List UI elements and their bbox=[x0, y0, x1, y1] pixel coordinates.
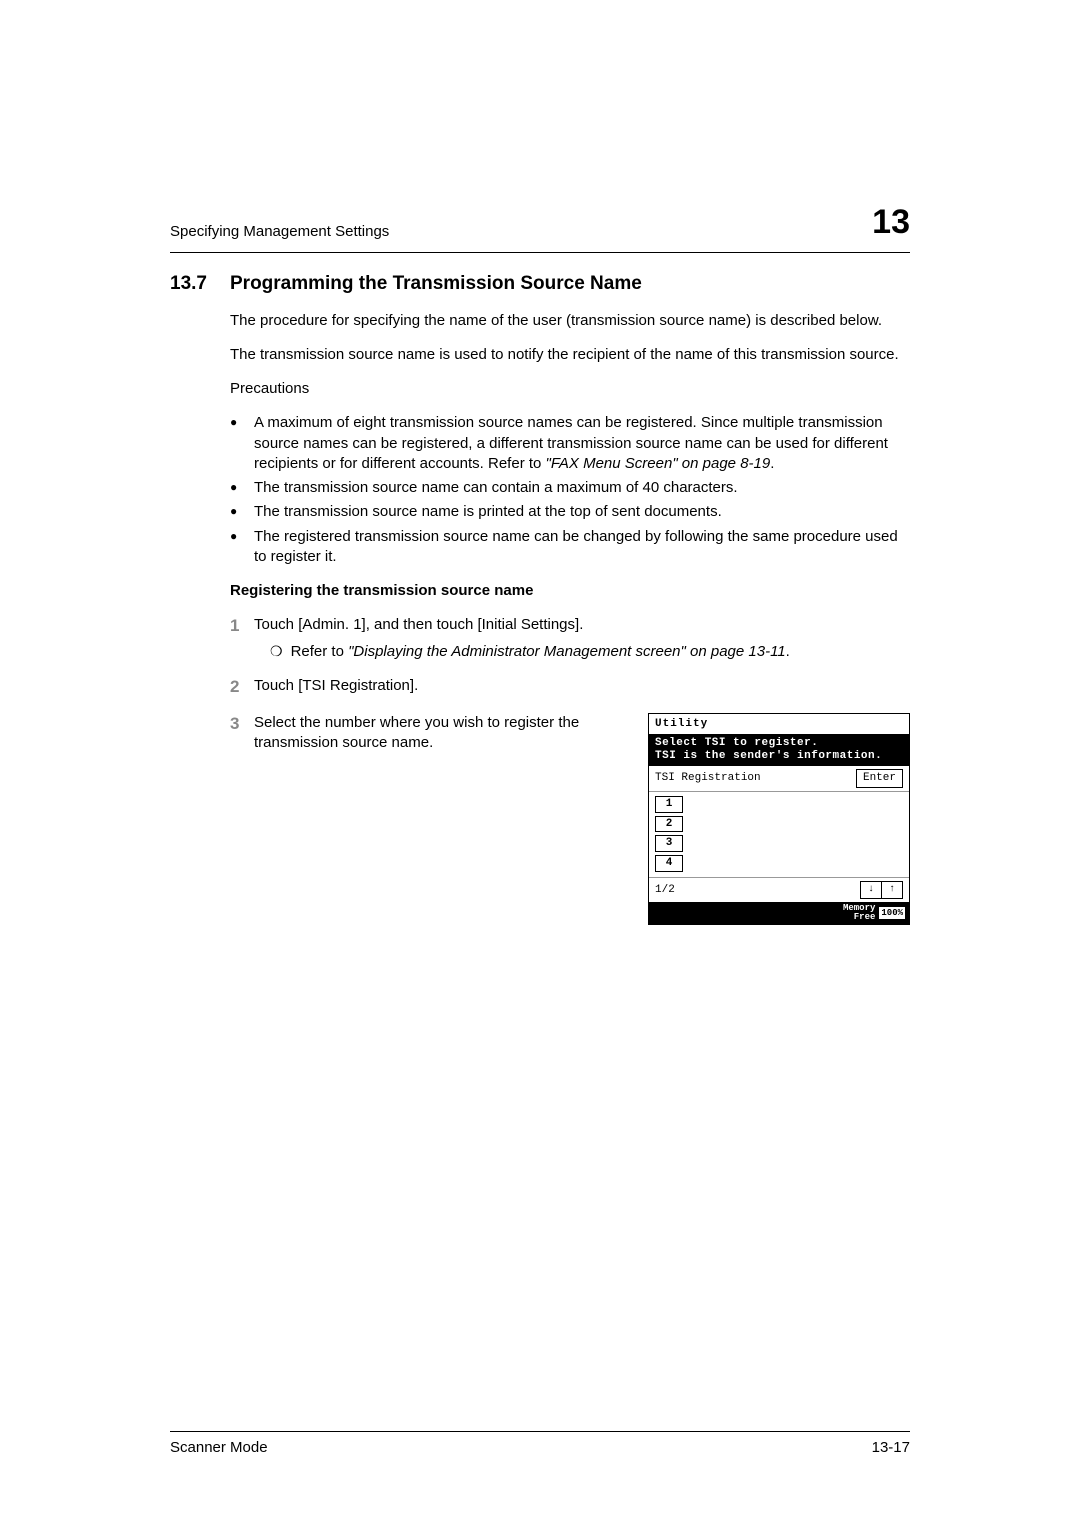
substep-text-pre: Refer to bbox=[291, 643, 349, 660]
arrow-up-icon[interactable]: ↑ bbox=[882, 881, 903, 899]
step-number: 1 bbox=[230, 615, 254, 662]
step-number: 3 bbox=[230, 713, 254, 925]
enter-button[interactable]: Enter bbox=[856, 769, 903, 788]
slot-button-4[interactable]: 4 bbox=[655, 855, 683, 872]
intro-paragraph-1: The procedure for specifying the name of… bbox=[230, 311, 910, 331]
slot-button-2[interactable]: 2 bbox=[655, 816, 683, 833]
step-number: 2 bbox=[230, 676, 254, 699]
list-item: The transmission source name can contain… bbox=[230, 478, 910, 498]
step-item: 3 Select the number where you wish to re… bbox=[230, 713, 910, 925]
cross-reference: "Displaying the Administrator Management… bbox=[348, 643, 786, 660]
step-text: Touch [TSI Registration]. bbox=[254, 676, 910, 699]
list-item: The registered transmission source name … bbox=[230, 527, 910, 568]
step-text: Select the number where you wish to regi… bbox=[254, 713, 624, 925]
header-rule bbox=[170, 252, 910, 253]
lcd-screenshot: Utility Select TSI to register. TSI is t… bbox=[648, 713, 910, 925]
lcd-row-label: TSI Registration bbox=[655, 771, 761, 786]
intro-paragraph-2: The transmission source name is used to … bbox=[230, 345, 910, 365]
breadcrumb: Specifying Management Settings bbox=[170, 222, 389, 246]
list-item: A maximum of eight transmission source n… bbox=[230, 413, 910, 474]
slot-button-1[interactable]: 1 bbox=[655, 796, 683, 813]
lcd-instruction: Select TSI to register. TSI is the sende… bbox=[649, 734, 909, 766]
substep-text-post: . bbox=[786, 643, 790, 660]
substep-marker-icon: ❍ bbox=[270, 642, 283, 662]
subsection-heading: Registering the transmission source name bbox=[230, 581, 910, 601]
step-text: Touch [Admin. 1], and then touch [Initia… bbox=[254, 615, 910, 635]
bullet-text-post: . bbox=[770, 455, 774, 472]
arrow-down-icon[interactable]: ↓ bbox=[860, 881, 882, 899]
precautions-list: A maximum of eight transmission source n… bbox=[230, 413, 910, 567]
footer-left: Scanner Mode bbox=[170, 1438, 268, 1458]
bullet-text: The registered transmission source name … bbox=[254, 528, 898, 565]
footer-page-number: 13-17 bbox=[872, 1438, 910, 1458]
lcd-title: Utility bbox=[649, 714, 909, 734]
section-number: 13.7 bbox=[170, 271, 230, 297]
memory-label: Memory Free bbox=[843, 904, 875, 922]
chapter-number: 13 bbox=[872, 200, 910, 246]
cross-reference: "FAX Menu Screen" on page 8-19 bbox=[546, 455, 771, 472]
bullet-text: The transmission source name can contain… bbox=[254, 479, 738, 496]
footer-rule bbox=[170, 1431, 910, 1432]
memory-value: 100% bbox=[879, 907, 905, 919]
section-title: Programming the Transmission Source Name bbox=[230, 271, 642, 297]
list-item: The transmission source name is printed … bbox=[230, 502, 910, 522]
page-indicator: 1/2 bbox=[655, 883, 675, 898]
step-item: 2 Touch [TSI Registration]. bbox=[230, 676, 910, 699]
bullet-text: The transmission source name is printed … bbox=[254, 503, 722, 520]
slot-button-3[interactable]: 3 bbox=[655, 835, 683, 852]
step-item: 1 Touch [Admin. 1], and then touch [Init… bbox=[230, 615, 910, 662]
precautions-label: Precautions bbox=[230, 379, 910, 399]
